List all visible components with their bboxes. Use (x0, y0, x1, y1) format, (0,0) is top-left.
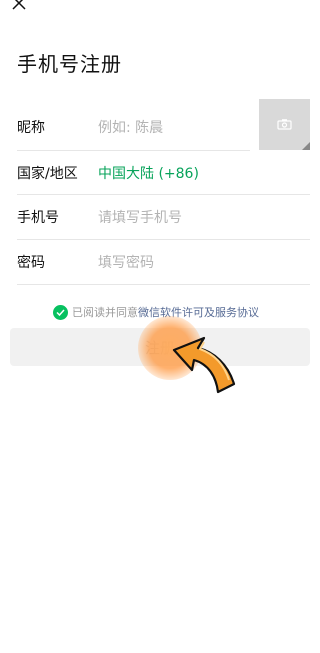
nickname-label: 昵称 (17, 120, 45, 136)
nickname-input[interactable]: 例如: 陈晨 (98, 117, 163, 137)
password-row[interactable]: 密码 填写密码 (17, 240, 310, 285)
phone-input[interactable]: 请填写手机号 (98, 207, 182, 227)
password-label: 密码 (17, 255, 45, 271)
phone-row[interactable]: 手机号 请填写手机号 (17, 195, 310, 240)
agreement-link[interactable]: 微信软件许可及服务协议 (138, 304, 259, 320)
nickname-row[interactable]: 昵称 例如: 陈晨 (17, 104, 250, 151)
agreement-row: 已阅读并同意 微信软件许可及服务协议 (53, 304, 259, 320)
pointer-arrow-icon (172, 336, 236, 394)
check-icon (56, 308, 65, 316)
region-row[interactable]: 国家/地区 中国大陆 (+86) (17, 151, 310, 195)
region-label: 国家/地区 (17, 165, 78, 182)
phone-label: 手机号 (17, 210, 59, 226)
close-button[interactable] (10, 0, 28, 10)
password-input[interactable]: 填写密码 (98, 252, 154, 272)
region-value[interactable]: 中国大陆 (+86) (98, 163, 199, 183)
close-icon (12, 0, 26, 10)
agreement-prefix: 已阅读并同意 (72, 306, 138, 319)
register-form: 昵称 例如: 陈晨 国家/地区 中国大陆 (+86) 手机号 请填写手机号 密码… (17, 104, 310, 285)
agreement-checkbox[interactable] (53, 304, 68, 320)
page-title: 手机号注册 (17, 52, 122, 76)
